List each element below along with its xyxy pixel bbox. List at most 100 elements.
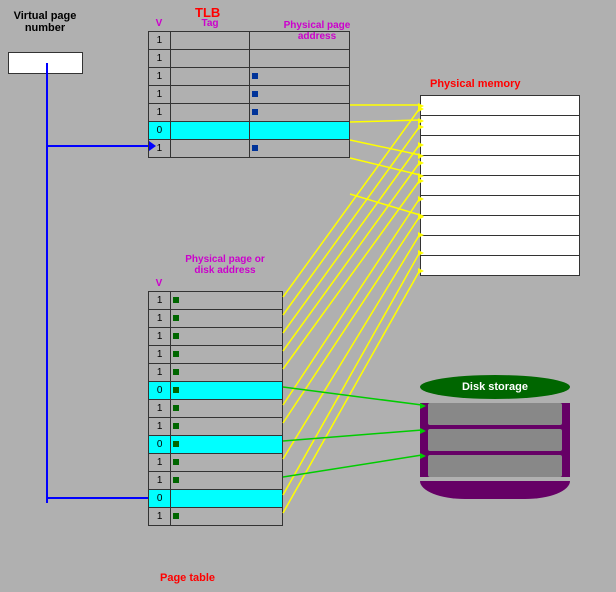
tlb-header: V Tag <box>148 18 358 29</box>
pt-row: 1 <box>149 364 283 382</box>
pt-dot <box>173 459 179 465</box>
pt-cell-v: 0 <box>149 436 171 454</box>
disk-slot-2 <box>428 429 562 451</box>
tlb-cell-ppa <box>250 68 350 86</box>
pt-row: 1 <box>149 508 283 526</box>
pt-dot <box>173 477 179 483</box>
pt-dot <box>173 315 179 321</box>
pt-row: 1 <box>149 454 283 472</box>
pt-cell-addr <box>171 328 283 346</box>
pm-row <box>421 236 580 256</box>
pt-row: 1 <box>149 292 283 310</box>
tlb-row: 1 <box>149 86 350 104</box>
pt-cell-addr <box>171 292 283 310</box>
pm-row <box>421 116 580 136</box>
tlb-cell-tag <box>170 32 250 50</box>
pt-row: 1 <box>149 400 283 418</box>
pm-row <box>421 96 580 116</box>
pt-cell-addr <box>171 346 283 364</box>
pm-row <box>421 216 580 236</box>
vpn-label: Virtual page number <box>10 10 80 34</box>
pm-row <box>421 196 580 216</box>
vpn-vertical-line <box>46 63 48 503</box>
tlb-cell-tag <box>170 86 250 104</box>
pt-label-bottom: Page table <box>160 572 215 584</box>
tlb-cell-v: 1 <box>149 50 171 68</box>
pt-row: 1 <box>149 346 283 364</box>
tlb-cell-v: 1 <box>149 140 171 158</box>
pm-table <box>420 95 580 276</box>
pt-cell-addr <box>171 490 283 508</box>
pt-dot <box>173 333 179 339</box>
tlb-row: 1 <box>149 140 350 158</box>
pm-cell <box>421 216 580 236</box>
pm-title: Physical memory <box>430 78 521 90</box>
tlb-cell-v: 1 <box>149 86 171 104</box>
tlb-cell-tag <box>170 140 250 158</box>
pt-dot <box>173 513 179 519</box>
pt-cell-v: 1 <box>149 292 171 310</box>
disk-body <box>420 403 570 477</box>
disk-bottom <box>420 481 570 499</box>
tlb-cell-ppa <box>250 104 350 122</box>
pt-cell-addr <box>171 364 283 382</box>
pt-cell-v: 1 <box>149 418 171 436</box>
pt-dot <box>173 441 179 447</box>
tlb-cell-tag <box>170 68 250 86</box>
pt-cell-addr <box>171 454 283 472</box>
pt-dot <box>173 369 179 375</box>
pt-dot <box>173 297 179 303</box>
pm-row <box>421 256 580 276</box>
pt-dot <box>173 387 179 393</box>
disk-slot-3 <box>428 455 562 477</box>
vpn-to-tlb-line <box>46 145 151 147</box>
tlb-cell-v: 1 <box>149 32 171 50</box>
pm-row <box>421 136 580 156</box>
pm-cell <box>421 196 580 216</box>
pt-cell-addr <box>171 472 283 490</box>
pt-row: 1 <box>149 310 283 328</box>
pt-cell-v: 1 <box>149 472 171 490</box>
tlb-table: 1 1 1 1 1 0 1 <box>148 31 350 158</box>
pm-cell <box>421 236 580 256</box>
tlb-dot <box>252 145 258 151</box>
pm-row <box>421 156 580 176</box>
pt-cell-v: 1 <box>149 328 171 346</box>
pt-cell-v: 1 <box>149 346 171 364</box>
tlb-row: 1 <box>149 68 350 86</box>
pt-dot <box>173 351 179 357</box>
pm-cell <box>421 96 580 116</box>
tlb-container: V Tag 1 1 1 1 1 0 1 <box>148 18 358 158</box>
pt-cell-v: 1 <box>149 310 171 328</box>
tlb-cell-ppa <box>250 140 350 158</box>
tlb-cell-tag <box>170 104 250 122</box>
disk-container: Disk storage <box>420 375 570 499</box>
tlb-cell-ppa <box>250 86 350 104</box>
pt-row: 0 <box>149 436 283 454</box>
pt-dot <box>173 405 179 411</box>
tlb-cell-ppa <box>250 32 350 50</box>
tlb-cell-ppa <box>250 122 350 140</box>
tlb-dot <box>252 109 258 115</box>
pt-cell-addr <box>171 418 283 436</box>
vpn-to-pt-line <box>46 497 151 499</box>
tlb-row: 0 <box>149 122 350 140</box>
pt-row: 1 <box>149 418 283 436</box>
pt-cell-v: 1 <box>149 400 171 418</box>
disk-slot-1 <box>428 403 562 425</box>
pt-header: V <box>148 278 293 289</box>
pt-row: 1 <box>149 472 283 490</box>
tlb-cell-v: 0 <box>149 122 171 140</box>
tlb-row: 1 <box>149 104 350 122</box>
pm-container <box>420 95 590 276</box>
pt-cell-addr <box>171 436 283 454</box>
pt-cell-v: 1 <box>149 508 171 526</box>
pm-cell <box>421 176 580 196</box>
tlb-cell-tag <box>170 122 250 140</box>
pt-cell-addr <box>171 310 283 328</box>
pm-cell <box>421 116 580 136</box>
pt-row: 0 <box>149 382 283 400</box>
pt-container: V 1 1 1 1 1 0 1 1 0 <box>148 278 293 526</box>
pm-cell <box>421 136 580 156</box>
tlb-cell-v: 1 <box>149 104 171 122</box>
